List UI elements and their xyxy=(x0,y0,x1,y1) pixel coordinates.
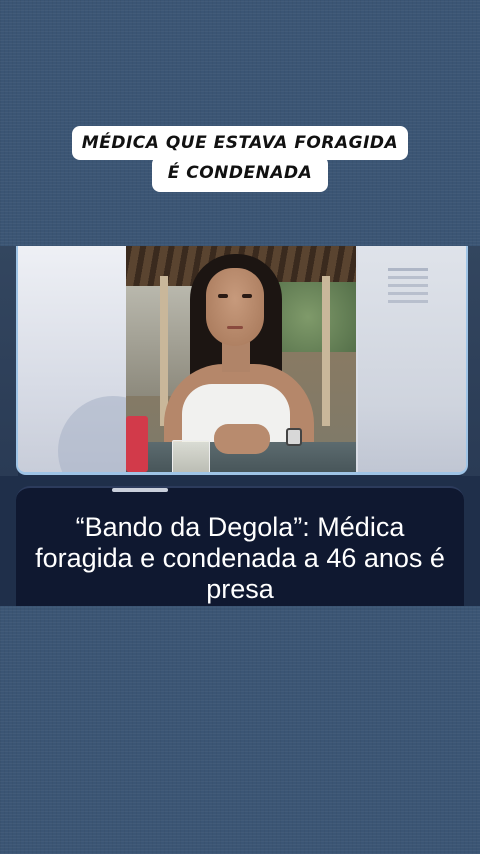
video-panel[interactable] xyxy=(16,246,468,475)
photo-person-eye xyxy=(218,294,228,298)
photo-post xyxy=(322,276,330,426)
news-photo xyxy=(126,246,356,472)
photo-person-neck xyxy=(222,342,250,372)
caption-line-1: MÉDICA QUE ESTAVA FORAGIDA xyxy=(71,126,409,160)
photo-person-face xyxy=(206,268,264,346)
caption-bubble: MÉDICA QUE ESTAVA FORAGIDA É CONDENADA xyxy=(0,126,480,192)
photo-person-mouth xyxy=(227,326,243,329)
headline-card[interactable]: “Bando da Degola”: Médica foragida e con… xyxy=(16,486,464,606)
photo-person-hands xyxy=(214,424,270,454)
photo-glass xyxy=(172,440,210,472)
photo-background-trees xyxy=(276,282,356,352)
blurred-background-left xyxy=(18,246,168,472)
card-handle xyxy=(112,488,168,492)
photo-can xyxy=(126,416,148,472)
news-screenshot: “Bando da Degola”: Médica foragida e con… xyxy=(0,246,480,606)
photo-person-eye xyxy=(242,294,252,298)
blurred-background-right xyxy=(358,246,466,472)
blurred-text-lines xyxy=(388,268,428,271)
caption-line-2: É CONDENADA xyxy=(151,156,329,192)
article-headline[interactable]: “Bando da Degola”: Médica foragida e con… xyxy=(26,512,454,605)
photo-wristwatch xyxy=(286,428,302,446)
